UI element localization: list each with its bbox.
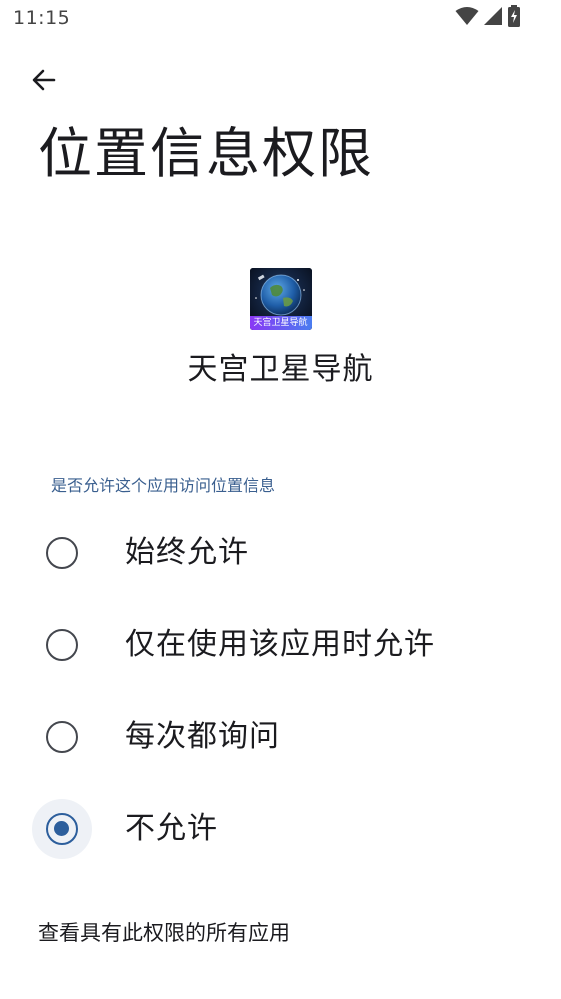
option-deny[interactable]: 不允许: [0, 783, 561, 875]
battery-charging-icon: [507, 5, 521, 31]
option-allow-always[interactable]: 始终允许: [0, 507, 561, 599]
cellular-signal-icon: [483, 6, 503, 30]
option-label: 仅在使用该应用时允许: [125, 627, 435, 662]
status-icons: [455, 5, 521, 31]
status-bar: 11:15: [0, 0, 561, 38]
option-label: 始终允许: [125, 535, 249, 570]
app-icon-caption: 天宫卫星导航: [249, 316, 312, 330]
radio-button[interactable]: [46, 629, 78, 661]
option-ask-every-time[interactable]: 每次都询问: [0, 691, 561, 783]
app-header: 天宫卫星导航 天宫卫星导航: [0, 268, 561, 392]
radio-button[interactable]: [46, 721, 78, 753]
app-icon: 天宫卫星导航: [249, 268, 312, 330]
radio-button-selected[interactable]: [46, 813, 78, 845]
permission-options: 始终允许 仅在使用该应用时允许 每次都询问 不允许: [0, 507, 561, 875]
option-allow-while-using[interactable]: 仅在使用该应用时允许: [0, 599, 561, 691]
app-name: 天宫卫星导航: [187, 352, 374, 387]
back-button[interactable]: [22, 60, 66, 104]
option-label: 每次都询问: [125, 719, 280, 754]
radio-selected-dot: [54, 821, 69, 836]
option-label: 不允许: [125, 811, 218, 846]
radio-button[interactable]: [46, 537, 78, 569]
status-time: 11:15: [13, 7, 71, 29]
page-title: 位置信息权限: [38, 122, 374, 185]
arrow-back-icon: [30, 66, 58, 98]
view-all-apps-link[interactable]: 查看具有此权限的所有应用: [38, 918, 290, 948]
wifi-icon: [455, 6, 479, 30]
permission-section-label: 是否允许这个应用访问位置信息: [51, 476, 276, 495]
